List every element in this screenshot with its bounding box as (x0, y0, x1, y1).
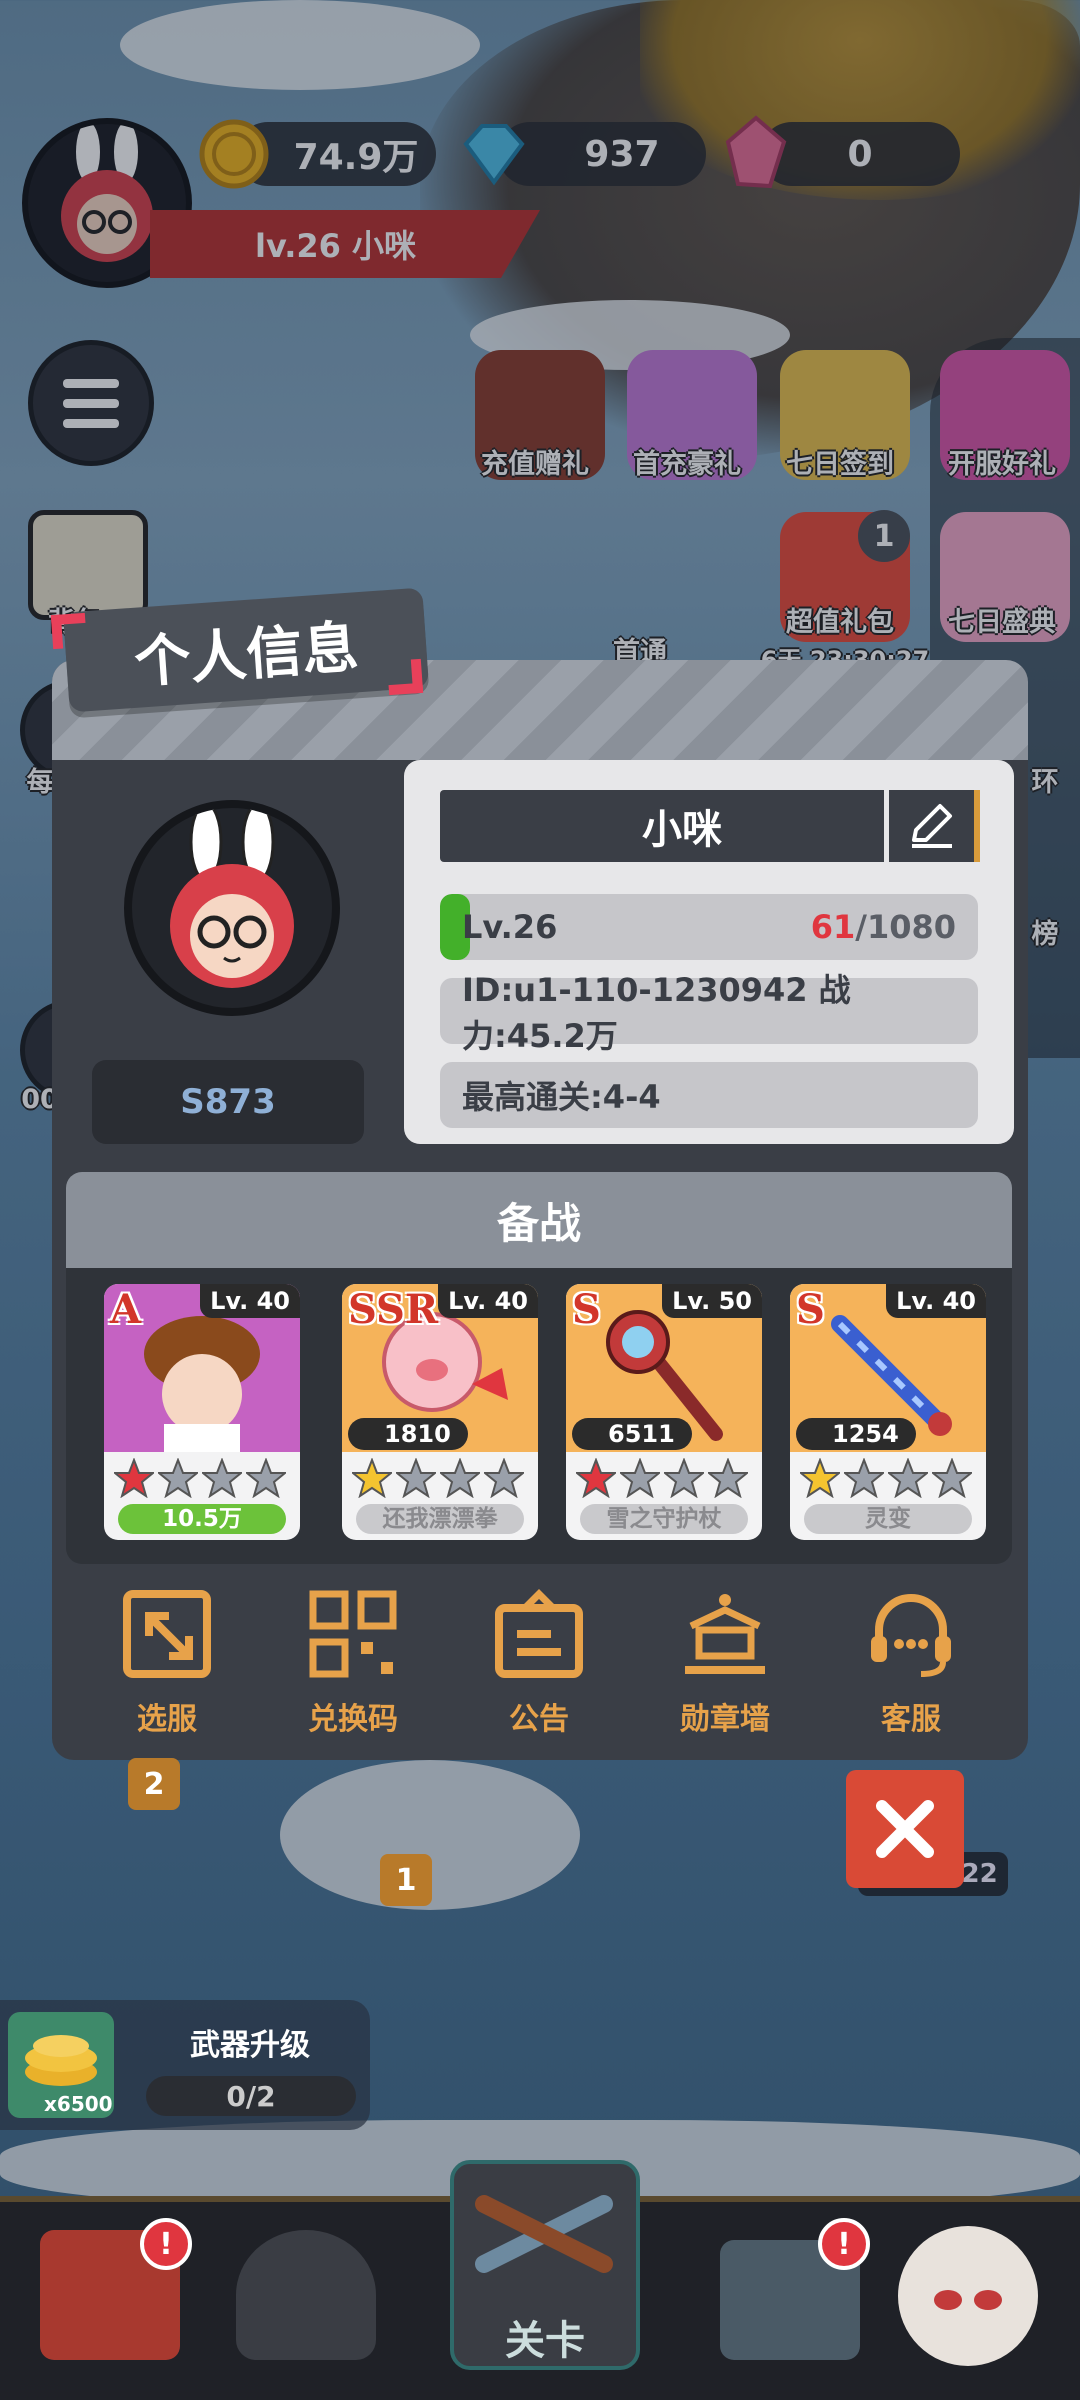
announcement-icon (495, 1589, 583, 1678)
player-name: 小咪 (642, 807, 722, 853)
profile-avatar[interactable] (124, 800, 340, 1016)
card-level: Lv. 40 (438, 1284, 538, 1318)
star-icon (394, 1457, 438, 1499)
card-stars (112, 1457, 288, 1499)
exp-current: 61 (810, 908, 856, 946)
card-name: 还我漂漂拳 (356, 1504, 524, 1534)
select-server-button[interactable]: 选服 (92, 1586, 242, 1738)
action-label: 公告 (509, 1702, 569, 1737)
roster-title: 备战 (496, 1198, 581, 1248)
stage-marker[interactable]: 1 (380, 1854, 432, 1906)
card-power: 1810 (348, 1418, 468, 1450)
roster-card[interactable]: S Lv. 40 1254 灵变 (790, 1284, 986, 1540)
roster-header: 备战 (66, 1172, 1012, 1268)
medal-wall-button[interactable]: 勋章墙 (650, 1586, 800, 1738)
card-rarity: SSR (348, 1286, 439, 1333)
level-exp-bar: Lv.26 61 /1080 (440, 894, 978, 960)
card-stars (350, 1457, 526, 1499)
card-rarity: A (110, 1286, 142, 1333)
best-stage-row: 最高通关:4-4 (440, 1062, 978, 1128)
id-power-text: ID:u1-110-1230942 战力:45.2万 (462, 971, 851, 1055)
reward-amount: x6500 (44, 2092, 113, 2116)
star-icon (618, 1457, 662, 1499)
stage-tab[interactable]: 关卡 (450, 2160, 640, 2370)
redeem-code-button[interactable]: 兑换码 (278, 1586, 428, 1738)
edit-name-button[interactable] (884, 790, 980, 862)
pencil-icon (911, 804, 952, 848)
star-icon (112, 1457, 156, 1499)
card-name: 灵变 (804, 1504, 972, 1534)
star-icon (662, 1457, 706, 1499)
server-id-box: S873 (92, 1060, 364, 1144)
exp-total: /1080 (855, 908, 956, 946)
card-name: 雪之守护杖 (580, 1504, 748, 1534)
server-select-icon (123, 1590, 211, 1678)
crossed-guns-icon (475, 2195, 613, 2273)
roster-card[interactable]: SSR Lv. 40 1810 还我漂漂拳 (342, 1284, 538, 1540)
star-icon (930, 1457, 974, 1499)
star-icon (842, 1457, 886, 1499)
qr-code-icon (309, 1590, 397, 1678)
star-icon (482, 1457, 526, 1499)
star-icon (706, 1457, 750, 1499)
title-corner-left (50, 612, 88, 650)
stage-marker-number: 1 (395, 1862, 417, 1898)
action-label: 客服 (881, 1702, 941, 1737)
stage-marker[interactable]: 2 (128, 1758, 180, 1810)
star-icon (438, 1457, 482, 1499)
action-label: 兑换码 (308, 1702, 398, 1737)
headset-icon (871, 1594, 951, 1677)
medal-wall-icon (685, 1594, 765, 1674)
roster-card[interactable]: A Lv. 40 10.5万 (104, 1284, 300, 1540)
action-label: 选服 (137, 1702, 197, 1737)
card-rarity: S (796, 1286, 825, 1333)
treasure-badge: ! (818, 2218, 870, 2270)
player-name-bar: 小咪 (440, 790, 980, 862)
star-icon (886, 1457, 930, 1499)
stage-marker-number: 2 (143, 1766, 165, 1802)
star-icon (156, 1457, 200, 1499)
weapon-upgrade-progress: 0/2 (146, 2076, 356, 2116)
card-name: 10.5万 (118, 1504, 286, 1534)
action-label: 勋章墙 (680, 1702, 770, 1737)
best-stage-text: 最高通关:4-4 (462, 1078, 661, 1116)
star-icon (200, 1457, 244, 1499)
weapon-upgrade-title: 武器升级 (190, 2028, 310, 2063)
shop-badge: ! (140, 2218, 192, 2270)
card-stars (574, 1457, 750, 1499)
star-icon (350, 1457, 394, 1499)
star-icon (244, 1457, 288, 1499)
card-level: Lv. 50 (662, 1284, 762, 1318)
close-button[interactable] (846, 1770, 964, 1888)
card-level: Lv. 40 (200, 1284, 300, 1318)
server-id: S873 (180, 1082, 276, 1122)
close-icon (876, 1800, 934, 1858)
player-level: Lv.26 (462, 908, 558, 946)
skull-icon[interactable] (898, 2226, 1038, 2366)
star-icon (798, 1457, 842, 1499)
weapon-progress-text: 0/2 (226, 2079, 276, 2113)
card-stars (798, 1457, 974, 1499)
announcement-button[interactable]: 公告 (464, 1586, 614, 1738)
star-icon (574, 1457, 618, 1499)
customer-service-button[interactable]: 客服 (836, 1586, 986, 1738)
stage-tab-label: 关卡 (505, 2318, 585, 2364)
hero-icon[interactable] (236, 2230, 376, 2360)
roster-card[interactable]: S Lv. 50 6511 雪之守护杖 (566, 1284, 762, 1540)
card-power: 1254 (796, 1418, 916, 1450)
id-power-row: ID:u1-110-1230942 战力:45.2万 (440, 971, 978, 1055)
card-level: Lv. 40 (886, 1284, 986, 1318)
card-power: 6511 (572, 1418, 692, 1450)
title-corner-right (386, 658, 424, 696)
modal-title-text: 个人信息 (132, 614, 361, 696)
card-rarity: S (572, 1286, 601, 1333)
